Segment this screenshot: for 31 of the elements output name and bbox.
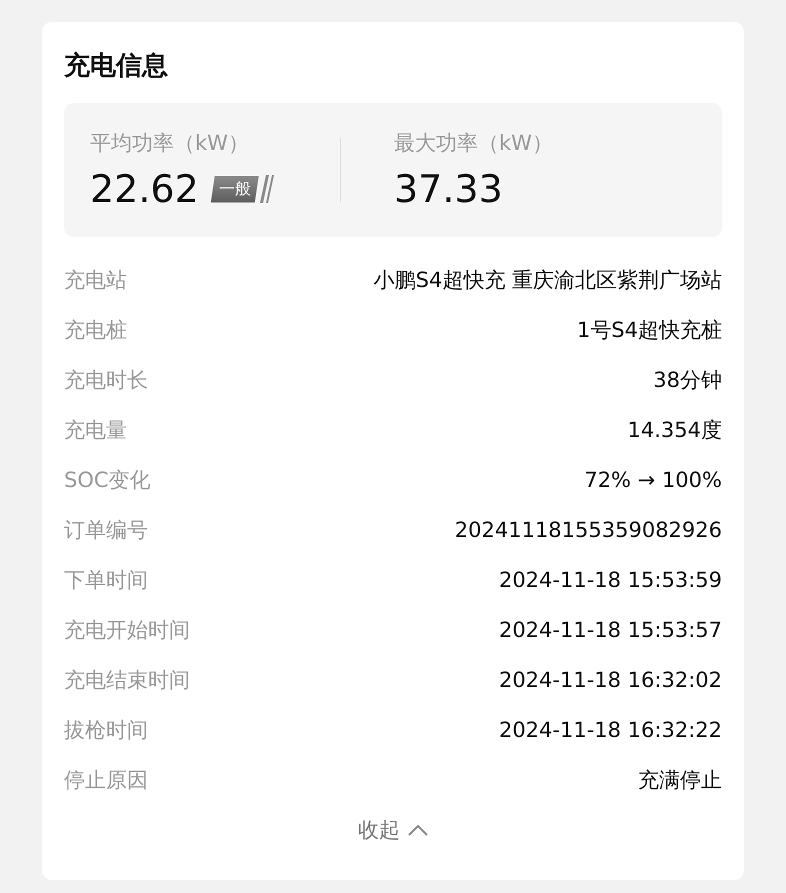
field-label: 充电结束时间 — [64, 667, 190, 694]
field-value: 小鹏S4超快充 重庆渝北区紫荆广场站 — [374, 267, 722, 294]
field-label: 停止原因 — [64, 767, 148, 794]
field-value: 38分钟 — [653, 367, 722, 394]
field-value: 14.354度 — [628, 417, 722, 444]
field-value: 2024-11-18 15:53:57 — [498, 618, 722, 642]
field-value: 72% → 100% — [584, 468, 722, 492]
field-value: 1号S4超快充桩 — [576, 317, 722, 344]
field-value: 2024-11-18 16:32:22 — [498, 718, 722, 742]
field-label: 充电开始时间 — [64, 617, 190, 644]
field-value: 2024-11-18 15:53:59 — [498, 568, 722, 592]
field-value: 20241118155359082926 — [454, 518, 722, 542]
field-value: 2024-11-18 16:32:02 — [498, 668, 722, 692]
field-label: 拔枪时间 — [64, 717, 148, 744]
field-label: 充电量 — [64, 417, 127, 444]
stat-value: 37.33 — [394, 167, 503, 211]
rating-badge: 一般 — [210, 176, 259, 202]
stat-label: 最大功率（kW） — [394, 130, 554, 157]
field-value: 充满停止 — [638, 767, 722, 794]
field-label: 充电站 — [64, 267, 127, 294]
chevron-up-icon — [408, 824, 428, 836]
collapse-button[interactable]: 收起 — [352, 815, 434, 845]
field-label: 充电时长 — [64, 367, 148, 394]
stat-value: 22.62 — [90, 167, 199, 211]
field-label: 订单编号 — [64, 517, 148, 544]
field-label: SOC变化 — [64, 467, 151, 494]
stripes-icon — [260, 175, 274, 203]
field-label: 充电桩 — [64, 317, 127, 344]
field-label: 下单时间 — [64, 567, 148, 594]
section-title: 充电信息 — [64, 50, 169, 83]
stat-label: 平均功率（kW） — [90, 130, 250, 157]
